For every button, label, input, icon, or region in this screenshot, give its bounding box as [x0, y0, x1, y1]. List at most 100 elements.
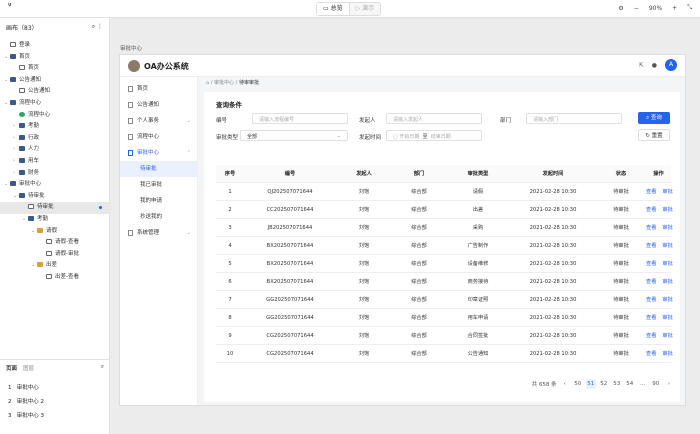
tab-presentation[interactable]: ▷ 演示 — [350, 3, 381, 15]
next-page-icon[interactable]: › — [668, 381, 670, 387]
user-avatar[interactable]: A — [665, 59, 677, 71]
page-number[interactable]: 50 — [573, 379, 583, 389]
view-link[interactable]: 查看 — [646, 351, 656, 357]
layer-item[interactable]: › 人力 — [0, 144, 110, 156]
menu-icon — [128, 149, 133, 156]
layer-item[interactable]: › 考勤 — [0, 121, 110, 133]
dept-input[interactable]: 请输入部门 — [526, 113, 622, 124]
export-icon[interactable]: ⇱ — [639, 62, 644, 69]
layer-item[interactable]: 出差-查看 — [0, 272, 110, 284]
bell-icon[interactable]: ● — [652, 62, 657, 69]
column-header: 编号 — [284, 171, 296, 177]
layer-item[interactable]: › 用车 — [0, 156, 110, 168]
view-link[interactable]: 查看 — [646, 189, 656, 195]
layer-item[interactable]: ⌄ 考勤 — [0, 214, 110, 226]
settings-icon[interactable]: ⚙ — [618, 5, 623, 12]
menu-item[interactable]: 我已审批 — [120, 177, 197, 193]
collapse-icon[interactable]: ⤡ — [687, 4, 692, 12]
page-number[interactable]: 90 — [651, 379, 661, 389]
approve-link[interactable]: 审批 — [662, 189, 672, 195]
page-item[interactable]: 2 审批中心 2 — [8, 397, 44, 405]
view-link[interactable]: 查看 — [646, 297, 656, 303]
type-select[interactable]: 全部 ⌄ — [240, 130, 348, 141]
view-link[interactable]: 查看 — [646, 279, 656, 285]
menu-item[interactable]: 个人事务 ⌄ — [120, 113, 197, 129]
search-button[interactable]: ⌕ 查询 — [638, 112, 670, 124]
approve-link[interactable]: 审批 — [662, 297, 672, 303]
view-link[interactable]: 查看 — [646, 261, 656, 267]
reset-button[interactable]: ↻ 重置 — [638, 129, 670, 141]
layer-item[interactable]: ⌄ 流程中心 — [0, 98, 110, 110]
page-number[interactable]: 52 — [599, 379, 609, 389]
menu-item[interactable]: 首页 — [120, 81, 197, 97]
view-link[interactable]: 查看 — [646, 243, 656, 249]
table-cell: 刘饱 — [358, 351, 370, 357]
view-link[interactable]: 查看 — [646, 225, 656, 231]
layer-item[interactable]: › 行政 — [0, 133, 110, 145]
approve-link[interactable]: 审批 — [662, 351, 672, 357]
view-link[interactable]: 查看 — [646, 333, 656, 339]
page-number[interactable]: 54 — [625, 379, 635, 389]
page-number[interactable]: 51 — [585, 379, 596, 389]
layer-item[interactable]: ⌄ 首页 — [0, 52, 110, 64]
layer-item[interactable]: 登录 — [0, 40, 110, 52]
page-number[interactable]: 53 — [612, 379, 622, 389]
view-link[interactable]: 查看 — [646, 207, 656, 213]
layer-item[interactable]: ⌄ 公告通知 — [0, 75, 110, 87]
table-cell: 9 — [228, 333, 232, 339]
layer-item[interactable]: 流程中心 — [0, 110, 110, 122]
menu-item[interactable]: 流程中心 — [120, 129, 197, 145]
table-cell: 4 — [228, 243, 232, 249]
menu-item[interactable]: 审批中心 ⌃ — [120, 145, 197, 161]
menu-item[interactable]: 系统管理 ⌄ — [120, 225, 197, 241]
view-link[interactable]: 查看 — [646, 315, 656, 321]
initiator-input[interactable]: 请输入发起人 — [386, 113, 482, 124]
zoom-out-icon[interactable]: − — [634, 5, 639, 12]
page-item[interactable]: 3 审批中心 3 — [8, 411, 44, 419]
table-cell: 2 — [228, 207, 232, 213]
menu-item[interactable]: 公告通知 — [120, 97, 197, 113]
layer-label: 流程中心 — [28, 111, 51, 118]
layers-tab[interactable]: 图层 — [23, 364, 34, 372]
approve-link[interactable]: 审批 — [662, 261, 672, 267]
layer-item[interactable]: › 财务 — [0, 168, 110, 180]
layer-item[interactable]: ⌄ 待审批 — [0, 191, 110, 203]
layer-item[interactable]: 公告通知 — [0, 86, 110, 98]
search-icon[interactable]: ⌕ — [101, 364, 104, 370]
approve-link[interactable]: 审批 — [662, 333, 672, 339]
layer-item[interactable]: 请假-查看 — [0, 237, 110, 249]
prev-page-icon[interactable]: ‹ — [564, 381, 566, 387]
layer-icon — [10, 76, 16, 82]
layer-item[interactable]: 首页 — [0, 63, 110, 75]
layer-item[interactable]: ⌄ 请假 — [0, 226, 110, 238]
layer-item[interactable]: ⌄ 出差 — [0, 260, 110, 272]
approve-link[interactable]: 审批 — [662, 207, 672, 213]
zoom-in-icon[interactable]: + — [672, 5, 677, 12]
no-input[interactable]: 请输入流程编号 — [252, 113, 348, 124]
layer-item[interactable]: ⌄ 审批中心 — [0, 179, 110, 191]
date-range[interactable]: ▢ 开始日期 至 结束日期 — [386, 130, 482, 141]
tab-overview[interactable]: ▭ 总览 — [317, 3, 350, 15]
pages-title[interactable]: 页面 — [6, 364, 17, 372]
page-item[interactable]: 1 审批中心 — [8, 383, 39, 391]
layer-item[interactable]: 待审批 — [0, 202, 110, 214]
more-icon[interactable]: ⋮ — [97, 23, 103, 30]
page-number[interactable]: ... — [638, 379, 648, 389]
approve-link[interactable]: 审批 — [662, 315, 672, 321]
table-cell: GG202507071644 — [266, 315, 314, 321]
search-icon[interactable]: ⌕ — [92, 23, 95, 30]
approve-link[interactable]: 审批 — [662, 225, 672, 231]
chevron-icon: ⌃ — [186, 150, 191, 156]
table-cell: 设备维修 — [467, 261, 489, 267]
approve-link[interactable]: 审批 — [662, 243, 672, 249]
zoom-level[interactable]: 90% — [649, 5, 662, 12]
menu-item[interactable]: 待审批 — [120, 161, 197, 177]
menu-item[interactable]: 我的申请 — [120, 193, 197, 209]
table-cell: 刘饱 — [358, 297, 370, 303]
layer-item[interactable]: 请假-审批 — [0, 249, 110, 261]
layer-icon — [19, 134, 25, 140]
menu-item[interactable]: 抄送我的 — [120, 209, 197, 225]
toolbar-right: ⚙ − 90% + ⤡ — [618, 4, 692, 12]
approve-link[interactable]: 审批 — [662, 279, 672, 285]
table-cell: CC202507071644 — [266, 207, 314, 213]
